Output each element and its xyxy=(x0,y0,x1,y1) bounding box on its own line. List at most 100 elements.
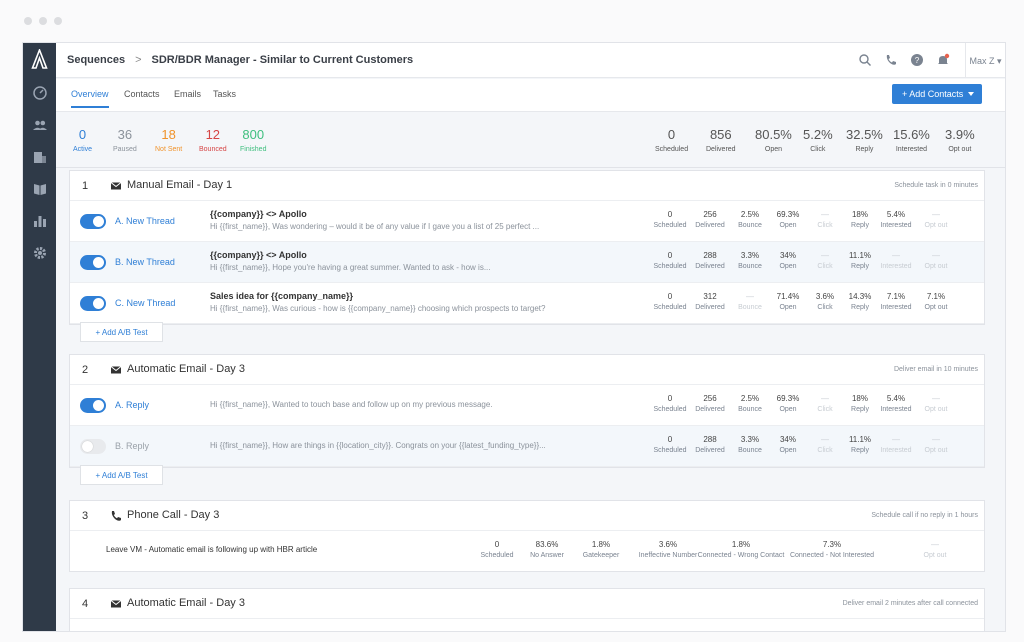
metric-opt-out: — Opt out xyxy=(911,251,961,270)
user-menu[interactable]: Max Z ▾ xyxy=(965,43,1005,78)
variant-label[interactable]: A. Reply xyxy=(115,400,149,410)
maximize-dot[interactable] xyxy=(54,17,62,25)
apollo-logo-icon[interactable] xyxy=(31,49,48,69)
phone-icon[interactable] xyxy=(884,53,898,67)
metric-label: Connected - Not Interested xyxy=(789,552,875,559)
variant-label[interactable]: A. New Thread xyxy=(115,216,175,226)
metric-value: 1.8% xyxy=(731,540,751,549)
breadcrumb-separator: > xyxy=(135,54,142,66)
envelope-icon xyxy=(110,364,122,376)
status-stat-bounced[interactable]: 12 Bounced xyxy=(199,127,227,153)
status-stat-not-sent[interactable]: 18 Not Sent xyxy=(155,127,182,153)
email-subject: {{company}} <> Apollo xyxy=(210,209,307,219)
call-task-text: Leave VM - Automatic email is following … xyxy=(106,545,318,554)
toggle-knob xyxy=(93,400,104,411)
step-header: 1 Manual Email - Day 1 Schedule task in 0 … xyxy=(70,171,984,201)
metric-label: Opt out xyxy=(923,552,947,559)
stat-value: 15.6% xyxy=(893,127,930,142)
caret-down-icon[interactable] xyxy=(968,92,974,96)
metric-label: Opt out xyxy=(924,304,948,311)
stat-label: Bounced xyxy=(199,146,227,153)
variant-row[interactable]: C. New Thread Sales idea for {{company_na… xyxy=(70,283,984,324)
settings-gear-icon[interactable] xyxy=(32,245,48,261)
call-task-row[interactable]: Leave VM - Automatic email is following … xyxy=(70,531,984,571)
variant-label[interactable]: B. Reply xyxy=(115,441,149,451)
notification-bell-icon[interactable] xyxy=(936,53,950,67)
dashboard-gauge-icon[interactable] xyxy=(32,85,48,101)
variant-toggle[interactable] xyxy=(80,255,106,270)
step-title: Automatic Email - Day 3 xyxy=(127,597,245,609)
stat-label: Interested xyxy=(895,146,927,153)
minimize-dot[interactable] xyxy=(39,17,47,25)
add-ab-test-button[interactable]: + Add A/B Test xyxy=(80,465,163,485)
metric-value: — xyxy=(932,394,940,403)
stat-label: Click xyxy=(810,146,826,153)
add-contacts-button[interactable]: + Add Contacts xyxy=(892,84,982,104)
add-ab-test-button[interactable]: + Add A/B Test xyxy=(80,322,163,342)
app-frame: Sequences > SDR/BDR Manager - Similar to… xyxy=(22,42,1006,632)
step-header: 3 Phone Call - Day 3 Schedule call if no r… xyxy=(70,501,984,531)
breadcrumb-sequences-link[interactable]: Sequences xyxy=(67,54,125,66)
step-header: 2 Automatic Email - Day 3 Deliver email in… xyxy=(70,355,984,385)
stat-value: 3.9% xyxy=(945,127,975,142)
search-icon[interactable] xyxy=(858,53,872,67)
svg-text:?: ? xyxy=(915,56,920,65)
email-subject: Sales idea for {{company_name}} xyxy=(210,291,354,301)
book-icon[interactable] xyxy=(32,181,48,197)
toggle-knob xyxy=(82,441,93,452)
variant-row[interactable]: A. Reply Hi {{first_name}}, Wanted to tou… xyxy=(70,385,984,426)
summary-stat-open: 80.5% Open xyxy=(755,127,792,153)
step-schedule-note: Schedule task in 0 minutes xyxy=(894,182,978,189)
step-number: 2 xyxy=(82,364,89,376)
metric-opt-out: — Opt out xyxy=(911,210,961,229)
chevron-down-icon: ▾ xyxy=(997,56,1002,66)
step-card-1: 1 Manual Email - Day 1 Schedule task in 0 … xyxy=(69,170,985,325)
stat-label: Open xyxy=(764,146,782,153)
call-metric-4: 1.8% Connected - Wrong Contact xyxy=(696,540,786,559)
sequence-stats: 0 Active 36 Paused 18 Not Sent 12 Bounced 800 Fin… xyxy=(23,127,1005,157)
stats-divider xyxy=(56,167,1005,168)
help-icon[interactable]: ? xyxy=(910,53,924,67)
step-title: Manual Email - Day 1 xyxy=(127,179,233,191)
tab-contacts[interactable]: Contacts xyxy=(124,89,160,99)
stat-value: 856 xyxy=(709,127,732,142)
stat-value: 18 xyxy=(161,127,176,142)
variant-toggle[interactable] xyxy=(80,439,106,454)
step-number: 3 xyxy=(82,510,89,522)
stat-value: 0 xyxy=(667,127,676,142)
stat-value: 0 xyxy=(78,127,87,142)
variant-label[interactable]: B. New Thread xyxy=(115,257,175,267)
summary-stat-opt-out: 3.9% Opt out xyxy=(945,127,975,153)
tab-tasks[interactable]: Tasks xyxy=(213,89,236,99)
variant-toggle[interactable] xyxy=(80,398,106,413)
top-icons: ? xyxy=(858,53,950,67)
metric-label: Opt out xyxy=(924,447,948,454)
stat-label: Paused xyxy=(113,146,137,153)
metric-opt-out: — Opt out xyxy=(911,394,961,413)
variant-toggle[interactable] xyxy=(80,214,106,229)
tab-emails[interactable]: Emails xyxy=(174,89,201,99)
toggle-knob xyxy=(93,257,104,268)
variant-row[interactable]: B. New Thread {{company}} <> Apollo Hi {{f… xyxy=(70,242,984,283)
variant-row[interactable]: A. New Thread {{company}} <> Apollo Hi {{f… xyxy=(70,201,984,242)
tab-overview[interactable]: Overview xyxy=(71,89,109,108)
stat-label: Active xyxy=(73,146,93,153)
toggle-knob xyxy=(93,298,104,309)
close-dot[interactable] xyxy=(24,17,32,25)
status-stat-finished[interactable]: 800 Finished xyxy=(240,127,266,153)
variant-toggle[interactable] xyxy=(80,296,106,311)
stat-label: Scheduled xyxy=(655,146,689,153)
metric-label: Opt out xyxy=(924,406,948,413)
metric-value: 7.3% xyxy=(822,540,842,549)
call-metric-6: — Opt out xyxy=(890,540,980,559)
call-metric-5: 7.3% Connected - Not Interested xyxy=(787,540,877,559)
metric-value: — xyxy=(932,210,940,219)
status-stat-active[interactable]: 0 Active xyxy=(73,127,92,153)
analytics-bar-chart-icon[interactable] xyxy=(32,213,48,229)
variant-label[interactable]: C. New Thread xyxy=(115,298,175,308)
status-stat-paused[interactable]: 36 Paused xyxy=(113,127,137,153)
step-number: 4 xyxy=(82,598,89,610)
stat-label: Not Sent xyxy=(155,146,183,153)
variant-row[interactable]: B. Reply Hi {{first_name}}, How are thing… xyxy=(70,426,984,467)
metric-value: — xyxy=(931,540,939,549)
